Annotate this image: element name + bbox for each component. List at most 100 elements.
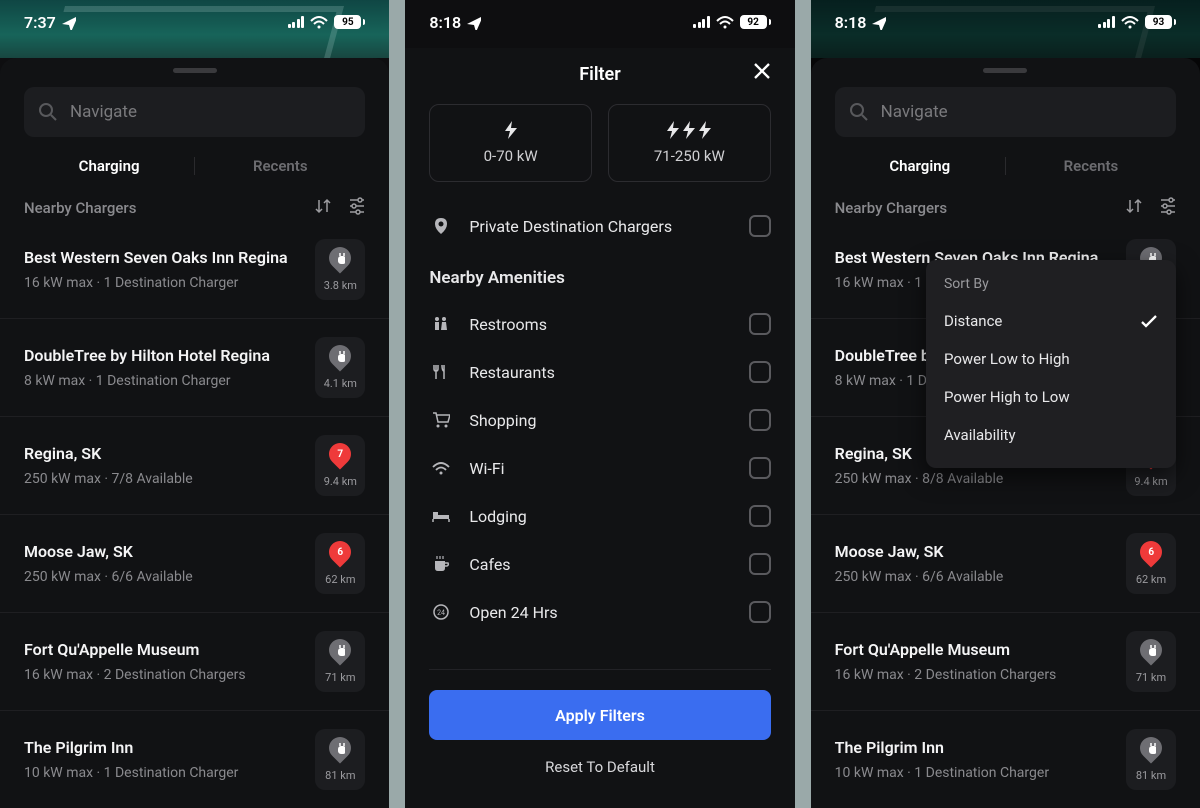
- destination-charger-pin-icon: [329, 639, 351, 667]
- checkbox[interactable]: [749, 457, 771, 479]
- charger-title: DoubleTree by Hilton Hotel Regina: [24, 346, 301, 367]
- search-input[interactable]: Navigate: [835, 87, 1176, 137]
- charger-subtitle: 250 kW max · 6/6 Available: [24, 569, 301, 585]
- charger-row[interactable]: Moose Jaw, SK 250 kW max · 6/6 Available…: [0, 515, 389, 613]
- filter-power-0-70[interactable]: 0-70 kW: [429, 104, 592, 182]
- reset-filters-button[interactable]: Reset To Default: [429, 758, 770, 776]
- battery-indicator: 92: [740, 15, 771, 29]
- tab-charging[interactable]: Charging: [24, 153, 194, 179]
- filter-button[interactable]: [1160, 197, 1176, 219]
- charger-subtitle: 250 kW max · 7/8 Available: [24, 471, 301, 487]
- cellular-signal-icon: [1098, 16, 1115, 28]
- destination-charger-pin-icon: [329, 737, 351, 765]
- checkbox[interactable]: [749, 313, 771, 335]
- charger-subtitle: 10 kW max · 1 Destination Charger: [835, 765, 1112, 781]
- charger-title: Regina, SK: [24, 444, 301, 465]
- checkbox[interactable]: [749, 409, 771, 431]
- checkbox[interactable]: [749, 505, 771, 527]
- charger-subtitle: 250 kW max · 8/8 Available: [835, 471, 1112, 487]
- checkbox[interactable]: [749, 215, 771, 237]
- tabs: Charging Recents: [24, 153, 365, 179]
- tab-recents[interactable]: Recents: [195, 153, 365, 179]
- wifi-icon: [716, 15, 734, 29]
- charger-row[interactable]: Fort Qu'Appelle Museum 16 kW max · 2 Des…: [0, 613, 389, 711]
- distance-badge: 81 km: [315, 729, 365, 790]
- sort-distance[interactable]: Distance: [926, 302, 1176, 340]
- filter-wifi[interactable]: Wi-Fi: [429, 444, 770, 492]
- screenshot-filter: 8:18 92 Filter 0-70 kW: [405, 0, 794, 808]
- charger-subtitle: 8 kW max · 1 Destination Charger: [24, 373, 301, 389]
- sort-button[interactable]: [1126, 198, 1142, 218]
- search-icon: [38, 102, 58, 122]
- charger-title: The Pilgrim Inn: [24, 738, 301, 759]
- distance-text: 71 km: [325, 671, 355, 684]
- charger-row[interactable]: Regina, SK 250 kW max · 7/8 Available 7 …: [0, 417, 389, 515]
- lodging-icon: [429, 507, 453, 525]
- charger-row[interactable]: Fort Qu'Appelle Museum 16 kW max · 2 Des…: [811, 613, 1200, 711]
- filter-cafes[interactable]: Cafes: [429, 540, 770, 588]
- sort-button[interactable]: [315, 198, 331, 218]
- charger-row[interactable]: Best Western Seven Oaks Inn Regina 16 kW…: [0, 233, 389, 319]
- battery-indicator: 93: [1145, 15, 1176, 29]
- search-placeholder: Navigate: [881, 102, 948, 122]
- checkbox[interactable]: [749, 361, 771, 383]
- shopping-icon: [429, 411, 453, 429]
- supercharger-pin-icon: 7: [329, 443, 351, 471]
- apply-filters-button[interactable]: Apply Filters: [429, 690, 770, 740]
- distance-badge: 6 62 km: [1126, 533, 1176, 594]
- open24-icon: [429, 603, 453, 621]
- section-title: Nearby Chargers: [835, 199, 947, 217]
- tab-charging[interactable]: Charging: [835, 153, 1005, 179]
- distance-badge: 81 km: [1126, 729, 1176, 790]
- distance-badge: 71 km: [315, 631, 365, 692]
- supercharger-pin-icon: 6: [1140, 541, 1162, 569]
- tabs: Charging Recents: [835, 153, 1176, 179]
- distance-badge: 7 9.4 km: [315, 435, 365, 496]
- sort-availability[interactable]: Availability: [926, 416, 1176, 454]
- check-icon: [1140, 314, 1158, 328]
- bolt-icon: [683, 121, 695, 139]
- battery-indicator: 95: [334, 15, 365, 29]
- filter-button[interactable]: [349, 197, 365, 219]
- charger-subtitle: 10 kW max · 1 Destination Charger: [24, 765, 301, 781]
- distance-text: 4.1 km: [324, 377, 357, 390]
- filter-private-dest[interactable]: Private Destination Chargers: [429, 202, 770, 250]
- charger-title: Moose Jaw, SK: [24, 542, 301, 563]
- filter-shopping[interactable]: Shopping: [429, 396, 770, 444]
- filter-restaurants[interactable]: Restaurants: [429, 348, 770, 396]
- charger-row[interactable]: The Pilgrim Inn 10 kW max · 1 Destinatio…: [811, 711, 1200, 808]
- sheet-grabber[interactable]: [173, 68, 217, 73]
- checkbox[interactable]: [749, 601, 771, 623]
- charger-row[interactable]: The Pilgrim Inn 10 kW max · 1 Destinatio…: [0, 711, 389, 808]
- charger-subtitle: 16 kW max · 2 Destination Chargers: [24, 667, 301, 683]
- filter-sheet: Filter 0-70 kW 71-250 kW Private Destina…: [405, 48, 794, 808]
- screenshot-sort-menu: 8:18 93 Navigate Charging Recents Nearby…: [811, 0, 1200, 808]
- cafes-icon: [429, 555, 453, 573]
- status-time: 8:18: [835, 13, 867, 32]
- amenities-heading: Nearby Amenities: [429, 268, 770, 288]
- charger-subtitle: 250 kW max · 6/6 Available: [835, 569, 1112, 585]
- status-bar: 7:37 95: [0, 0, 389, 44]
- filter-restrooms[interactable]: Restrooms: [429, 300, 770, 348]
- close-button[interactable]: [753, 62, 771, 84]
- distance-text: 3.8 km: [324, 279, 357, 292]
- filter-lodging[interactable]: Lodging: [429, 492, 770, 540]
- location-arrow-icon: [870, 14, 886, 30]
- charger-row[interactable]: DoubleTree by Hilton Hotel Regina 8 kW m…: [0, 319, 389, 417]
- sheet-grabber[interactable]: [983, 68, 1027, 73]
- checkbox[interactable]: [749, 553, 771, 575]
- distance-text: 81 km: [325, 769, 355, 782]
- close-icon: [753, 62, 771, 80]
- search-icon: [849, 102, 869, 122]
- sort-power-high-low[interactable]: Power High to Low: [926, 378, 1176, 416]
- filter-power-71-250[interactable]: 71-250 kW: [608, 104, 771, 182]
- distance-text: 62 km: [1136, 573, 1166, 586]
- sort-header: Sort By: [926, 274, 1176, 302]
- search-input[interactable]: Navigate: [24, 87, 365, 137]
- filter-open24[interactable]: Open 24 Hrs: [429, 588, 770, 636]
- charger-row[interactable]: Moose Jaw, SK 250 kW max · 6/6 Available…: [811, 515, 1200, 613]
- section-header: Nearby Chargers: [811, 197, 1200, 233]
- tab-recents[interactable]: Recents: [1006, 153, 1176, 179]
- sort-power-low-high[interactable]: Power Low to High: [926, 340, 1176, 378]
- location-arrow-icon: [60, 14, 76, 30]
